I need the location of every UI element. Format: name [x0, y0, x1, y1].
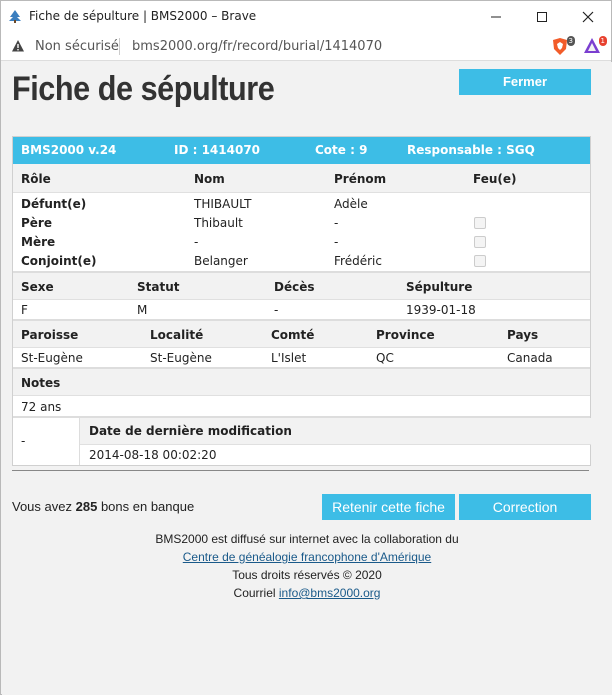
person-role: Mère: [21, 235, 56, 249]
notes-value: 72 ans: [21, 400, 62, 414]
brave-shields-icon[interactable]: 3: [551, 36, 575, 57]
info-row: F M - 1939-01-18: [13, 300, 590, 319]
responsable-label: Responsable : SGQ: [407, 143, 535, 157]
info-header-row: Sexe Statut Décès Sépulture: [13, 271, 590, 300]
persons-header-row: Rôle Nom Prénom Feu(e): [13, 164, 590, 193]
person-nom: -: [194, 235, 199, 249]
person-prenom: Adèle: [334, 197, 368, 211]
sepulture-heading: Sépulture: [406, 280, 473, 294]
role-heading: Rôle: [21, 172, 51, 186]
province-value: QC: [376, 351, 394, 365]
url-text[interactable]: bms2000.org/fr/record/burial/1414070: [132, 39, 382, 54]
person-prenom: -: [334, 235, 339, 249]
feu-heading: Feu(e): [473, 172, 517, 186]
title-bar: Fiche de sépulture | BMS2000 – Brave: [1, 1, 611, 33]
pays-value: Canada: [507, 351, 553, 365]
bons-status: Vous avez 285 bons en banque: [12, 499, 194, 514]
email-prefix: Courriel: [233, 586, 276, 600]
modification-date: 2014-08-18 00:02:20: [89, 448, 217, 462]
sepulture-value: 1939-01-18: [406, 303, 476, 317]
person-row: Conjoint(e) Belanger Frédéric: [13, 252, 590, 271]
page-content: Fiche de sépulture Fermer BMS2000 v.24 I…: [2, 62, 612, 695]
person-prenom: Frédéric: [334, 254, 382, 268]
record-card: BMS2000 v.24 ID : 1414070 Cote : 9 Respo…: [12, 136, 591, 466]
browser-window: Fiche de sépulture | BMS2000 – Brave Non…: [0, 0, 612, 695]
person-role: Père: [21, 216, 52, 230]
pays-heading: Pays: [507, 328, 539, 342]
record-id: ID : 1414070: [174, 143, 261, 157]
cote-label: Cote : 9: [315, 143, 368, 157]
person-role: Défunt(e): [21, 197, 87, 211]
province-heading: Province: [376, 328, 435, 342]
nom-heading: Nom: [194, 172, 225, 186]
warning-icon[interactable]: [11, 39, 25, 56]
rights-line: Tous droits réservés © 2020: [232, 568, 382, 582]
notes-header-row: Notes: [13, 367, 590, 396]
email-line: Courriel info@bms2000.org: [2, 584, 612, 602]
correction-button[interactable]: Correction: [459, 494, 591, 520]
bons-count: 285: [75, 499, 98, 514]
comte-heading: Comté: [271, 328, 315, 342]
close-window-button[interactable]: [565, 1, 611, 33]
person-row: Père Thibault -: [13, 214, 590, 233]
credit-line: BMS2000 est diffusé sur internet avec la…: [155, 532, 459, 546]
modification-row: - Date de dernière modification 2014-08-…: [13, 416, 591, 465]
person-nom: Belanger: [194, 254, 248, 268]
address-separator: [119, 38, 120, 55]
modification-heading: Date de dernière modification: [89, 424, 292, 438]
sexe-value: F: [21, 303, 28, 317]
localite-heading: Localité: [150, 328, 204, 342]
person-role: Conjoint(e): [21, 254, 97, 268]
prenom-heading: Prénom: [334, 172, 387, 186]
window-title: Fiche de sépulture | BMS2000 – Brave: [29, 9, 257, 23]
sexe-heading: Sexe: [21, 280, 54, 294]
modification-panel: Date de dernière modification 2014-08-18…: [79, 418, 591, 465]
rewards-badge: 1: [598, 36, 607, 46]
person-row: Défunt(e) THIBAULT Adèle: [13, 195, 590, 214]
close-button[interactable]: Fermer: [459, 69, 591, 95]
insecure-label[interactable]: Non sécurisé: [35, 39, 119, 54]
maximize-button[interactable]: [519, 1, 565, 33]
shields-badge: 3: [566, 36, 575, 46]
footer-divider: [12, 470, 589, 471]
minimize-button[interactable]: [473, 1, 519, 33]
localite-value: St-Eugène: [150, 351, 212, 365]
version-label: BMS2000 v.24: [21, 143, 117, 157]
statut-value: M: [137, 303, 148, 317]
person-row: Mère - -: [13, 233, 590, 252]
notes-row: 72 ans: [13, 396, 590, 416]
address-bar[interactable]: Non sécurisé bms2000.org/fr/record/buria…: [1, 33, 611, 61]
modification-left: -: [21, 434, 26, 448]
email-link[interactable]: info@bms2000.org: [279, 586, 381, 600]
statut-heading: Statut: [137, 280, 180, 294]
feu-checkbox[interactable]: [474, 236, 486, 248]
brave-rewards-icon[interactable]: 1: [583, 36, 607, 57]
person-nom: Thibault: [194, 216, 243, 230]
feu-checkbox[interactable]: [474, 217, 486, 229]
person-nom: THIBAULT: [194, 197, 252, 211]
record-header: BMS2000 v.24 ID : 1414070 Cote : 9 Respo…: [13, 137, 590, 164]
feu-checkbox[interactable]: [474, 255, 486, 267]
place-header-row: Paroisse Localité Comté Province Pays: [13, 319, 590, 348]
app-tree-icon: [7, 8, 23, 24]
person-prenom: -: [334, 216, 339, 230]
comte-value: L'Islet: [271, 351, 307, 365]
notes-heading: Notes: [21, 376, 61, 390]
credits: BMS2000 est diffusé sur internet avec la…: [2, 530, 612, 602]
retain-record-button[interactable]: Retenir cette fiche: [322, 494, 455, 520]
cgfa-link[interactable]: Centre de généalogie francophone d'Améri…: [183, 550, 431, 564]
bons-suffix: bons en banque: [100, 499, 195, 514]
bons-prefix: Vous avez: [12, 499, 72, 514]
paroisse-heading: Paroisse: [21, 328, 79, 342]
place-row: St-Eugène St-Eugène L'Islet QC Canada: [13, 348, 590, 367]
deces-heading: Décès: [274, 280, 315, 294]
modification-header: Date de dernière modification: [80, 418, 591, 445]
page-title: Fiche de sépulture: [12, 70, 275, 108]
paroisse-value: St-Eugène: [21, 351, 83, 365]
deces-value: -: [274, 303, 279, 317]
